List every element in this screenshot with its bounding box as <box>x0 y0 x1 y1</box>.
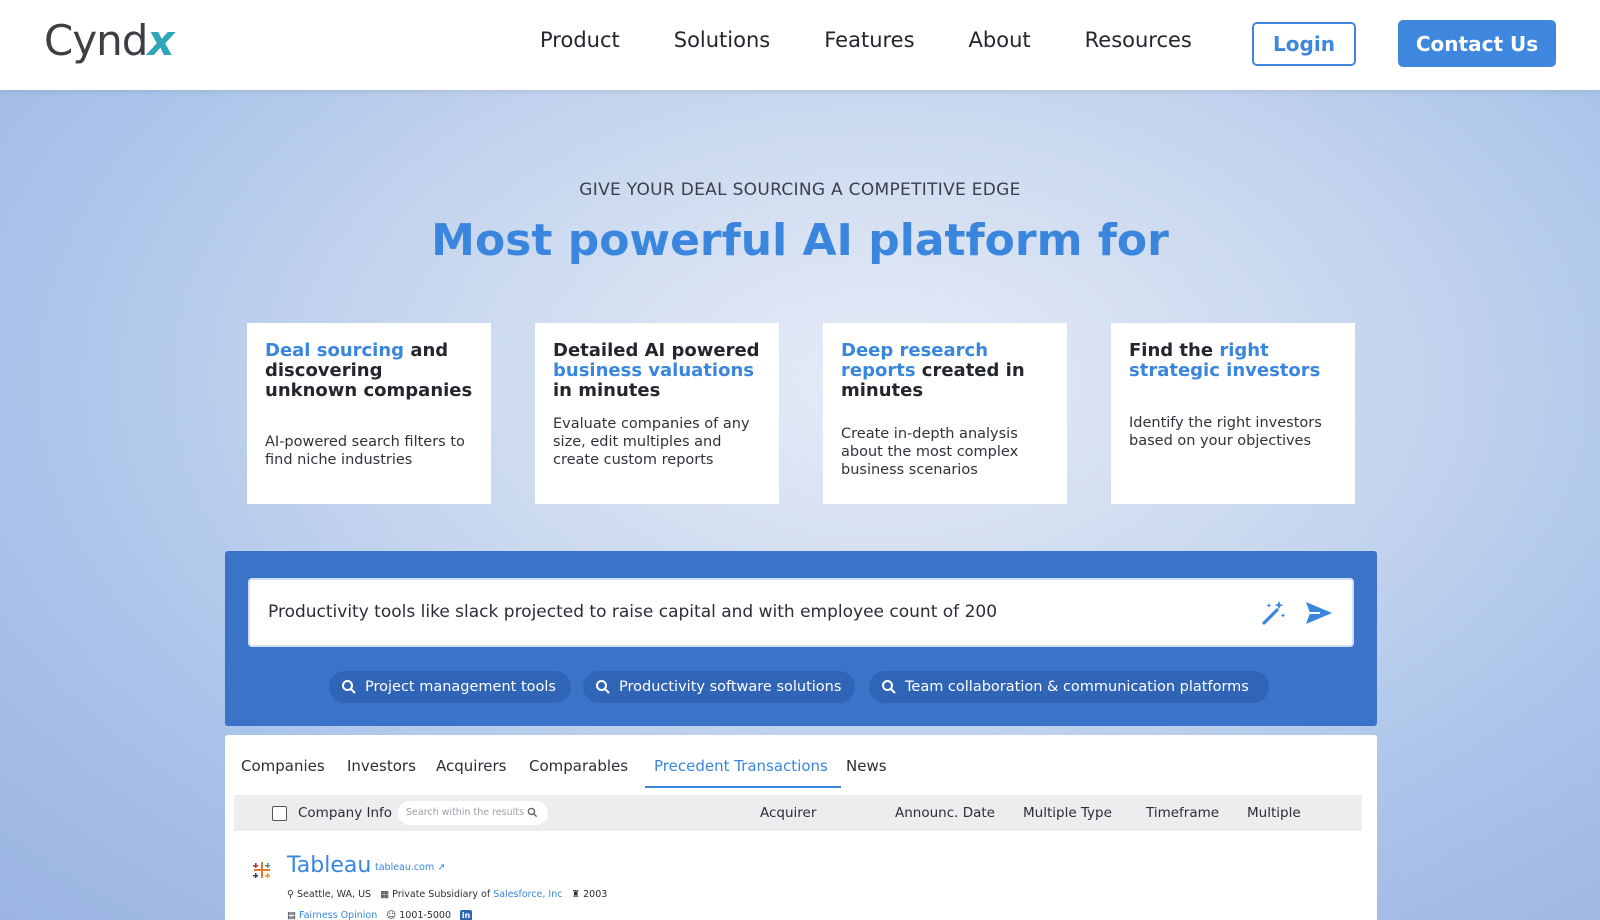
results-panel: Companies Investors Acquirers Comparable… <box>225 735 1377 920</box>
col-company-info[interactable]: Company Info <box>298 805 392 821</box>
search-icon <box>342 680 356 694</box>
table-row[interactable]: Tableau tableau.com ↗ ⚲ Seattle, WA, US … <box>234 831 1362 920</box>
card-title: Detailed AI powered business valuations … <box>553 340 760 401</box>
card-description: AI-powered search filters to find niche … <box>265 434 465 468</box>
card-description: Evaluate companies of any size, edit mul… <box>553 416 750 468</box>
cyndx-logo[interactable]: Cyndx <box>44 16 175 65</box>
tab-precedent-transactions[interactable]: Precedent Transactions <box>654 757 828 775</box>
chip-label: Project management tools <box>365 679 556 695</box>
tab-news[interactable]: News <box>846 757 887 775</box>
logo-text: Cynd <box>44 16 148 65</box>
hero-eyebrow: GIVE YOUR DEAL SOURCING A COMPETITIVE ED… <box>579 180 1021 200</box>
search-icon <box>527 807 538 818</box>
feature-card-deal-sourcing[interactable]: Deal sourcing and discovering unknown co… <box>247 323 491 504</box>
main-nav: Product Solutions Features About Resourc… <box>540 28 1246 52</box>
card-title: Find the right strategic investors <box>1129 340 1321 381</box>
document-icon: ▤ <box>287 910 296 920</box>
employees-icon: ☺ <box>386 910 397 920</box>
feature-card-valuations[interactable]: Detailed AI powered business valuations … <box>535 323 779 504</box>
col-announc-date[interactable]: Announc. Date <box>895 805 995 821</box>
send-icon[interactable] <box>1304 598 1334 632</box>
linkedin-icon[interactable]: in <box>460 910 473 920</box>
nav-product[interactable]: Product <box>540 28 620 52</box>
company-meta-line-2: ▤ Fairness Opinion ☺ 1001-5000 in <box>287 910 473 920</box>
founded-icon: ♜ <box>571 889 581 900</box>
search-icon <box>596 680 610 694</box>
search-icon <box>882 680 896 694</box>
col-acquirer[interactable]: Acquirer <box>760 805 816 821</box>
hero-headline: Most powerful AI platform for <box>431 215 1169 266</box>
ai-search-panel: Productivity tools like slack projected … <box>225 551 1377 726</box>
fairness-opinion-link[interactable]: Fairness Opinion <box>299 910 377 920</box>
building-icon: ▦ <box>380 889 390 900</box>
results-search-input[interactable]: Search within the results <box>398 801 548 825</box>
company-location: Seattle, WA, US <box>297 889 372 900</box>
ownership-label: Private Subsidiary of <box>392 889 494 900</box>
col-timeframe[interactable]: Timeframe <box>1146 805 1219 821</box>
founded-year: 2003 <box>583 889 608 900</box>
suggestion-chip[interactable]: Productivity software solutions <box>583 671 855 703</box>
results-search-placeholder: Search within the results <box>406 807 524 818</box>
table-header: Company Info Search within the results A… <box>234 795 1362 831</box>
chip-label: Productivity software solutions <box>619 679 842 695</box>
col-multiple-type[interactable]: Multiple Type <box>1023 805 1112 821</box>
tab-comparables[interactable]: Comparables <box>529 757 628 775</box>
parent-company-link[interactable]: Salesforce, Inc <box>493 889 562 900</box>
tableau-logo-icon <box>251 859 273 885</box>
logo-accent: x <box>147 16 174 65</box>
nav-resources[interactable]: Resources <box>1085 28 1192 52</box>
nav-features[interactable]: Features <box>824 28 914 52</box>
location-pin-icon: ⚲ <box>287 889 294 900</box>
chip-label: Team collaboration & communication platf… <box>905 679 1249 695</box>
login-button[interactable]: Login <box>1252 22 1356 66</box>
tab-investors[interactable]: Investors <box>347 757 416 775</box>
nav-about[interactable]: About <box>969 28 1031 52</box>
suggestion-chip[interactable]: Project management tools <box>329 671 571 703</box>
contact-us-button[interactable]: Contact Us <box>1398 20 1556 67</box>
card-description: Identify the right investors based on yo… <box>1129 415 1322 449</box>
site-header: Cyndx Product Solutions Features About R… <box>0 0 1600 90</box>
hero-section: GIVE YOUR DEAL SOURCING A COMPETITIVE ED… <box>0 90 1600 920</box>
search-query: Productivity tools like slack projected … <box>268 602 998 622</box>
ai-search-input[interactable]: Productivity tools like slack projected … <box>250 580 1352 645</box>
feature-card-investors[interactable]: Find the right strategic investors Ident… <box>1111 323 1355 504</box>
card-title: Deal sourcing and discovering unknown co… <box>265 340 473 401</box>
active-tab-indicator <box>645 786 841 788</box>
company-meta-line: ⚲ Seattle, WA, US ▦ Private Subsidiary o… <box>287 889 607 900</box>
tab-companies[interactable]: Companies <box>241 757 325 775</box>
card-title: Deep research reports created in minutes <box>841 340 1025 401</box>
company-name[interactable]: Tableau <box>287 853 371 878</box>
col-multiple[interactable]: Multiple <box>1247 805 1301 821</box>
nav-solutions[interactable]: Solutions <box>674 28 771 52</box>
company-website-link[interactable]: tableau.com ↗ <box>375 862 445 873</box>
employee-count: 1001-5000 <box>399 910 452 920</box>
select-all-checkbox[interactable] <box>272 806 287 821</box>
feature-card-research[interactable]: Deep research reports created in minutes… <box>823 323 1067 504</box>
tab-acquirers[interactable]: Acquirers <box>436 757 507 775</box>
card-description: Create in-depth analysis about the most … <box>841 426 1019 478</box>
magic-wand-icon[interactable] <box>1258 598 1288 632</box>
suggestion-chip[interactable]: Team collaboration & communication platf… <box>869 671 1269 703</box>
